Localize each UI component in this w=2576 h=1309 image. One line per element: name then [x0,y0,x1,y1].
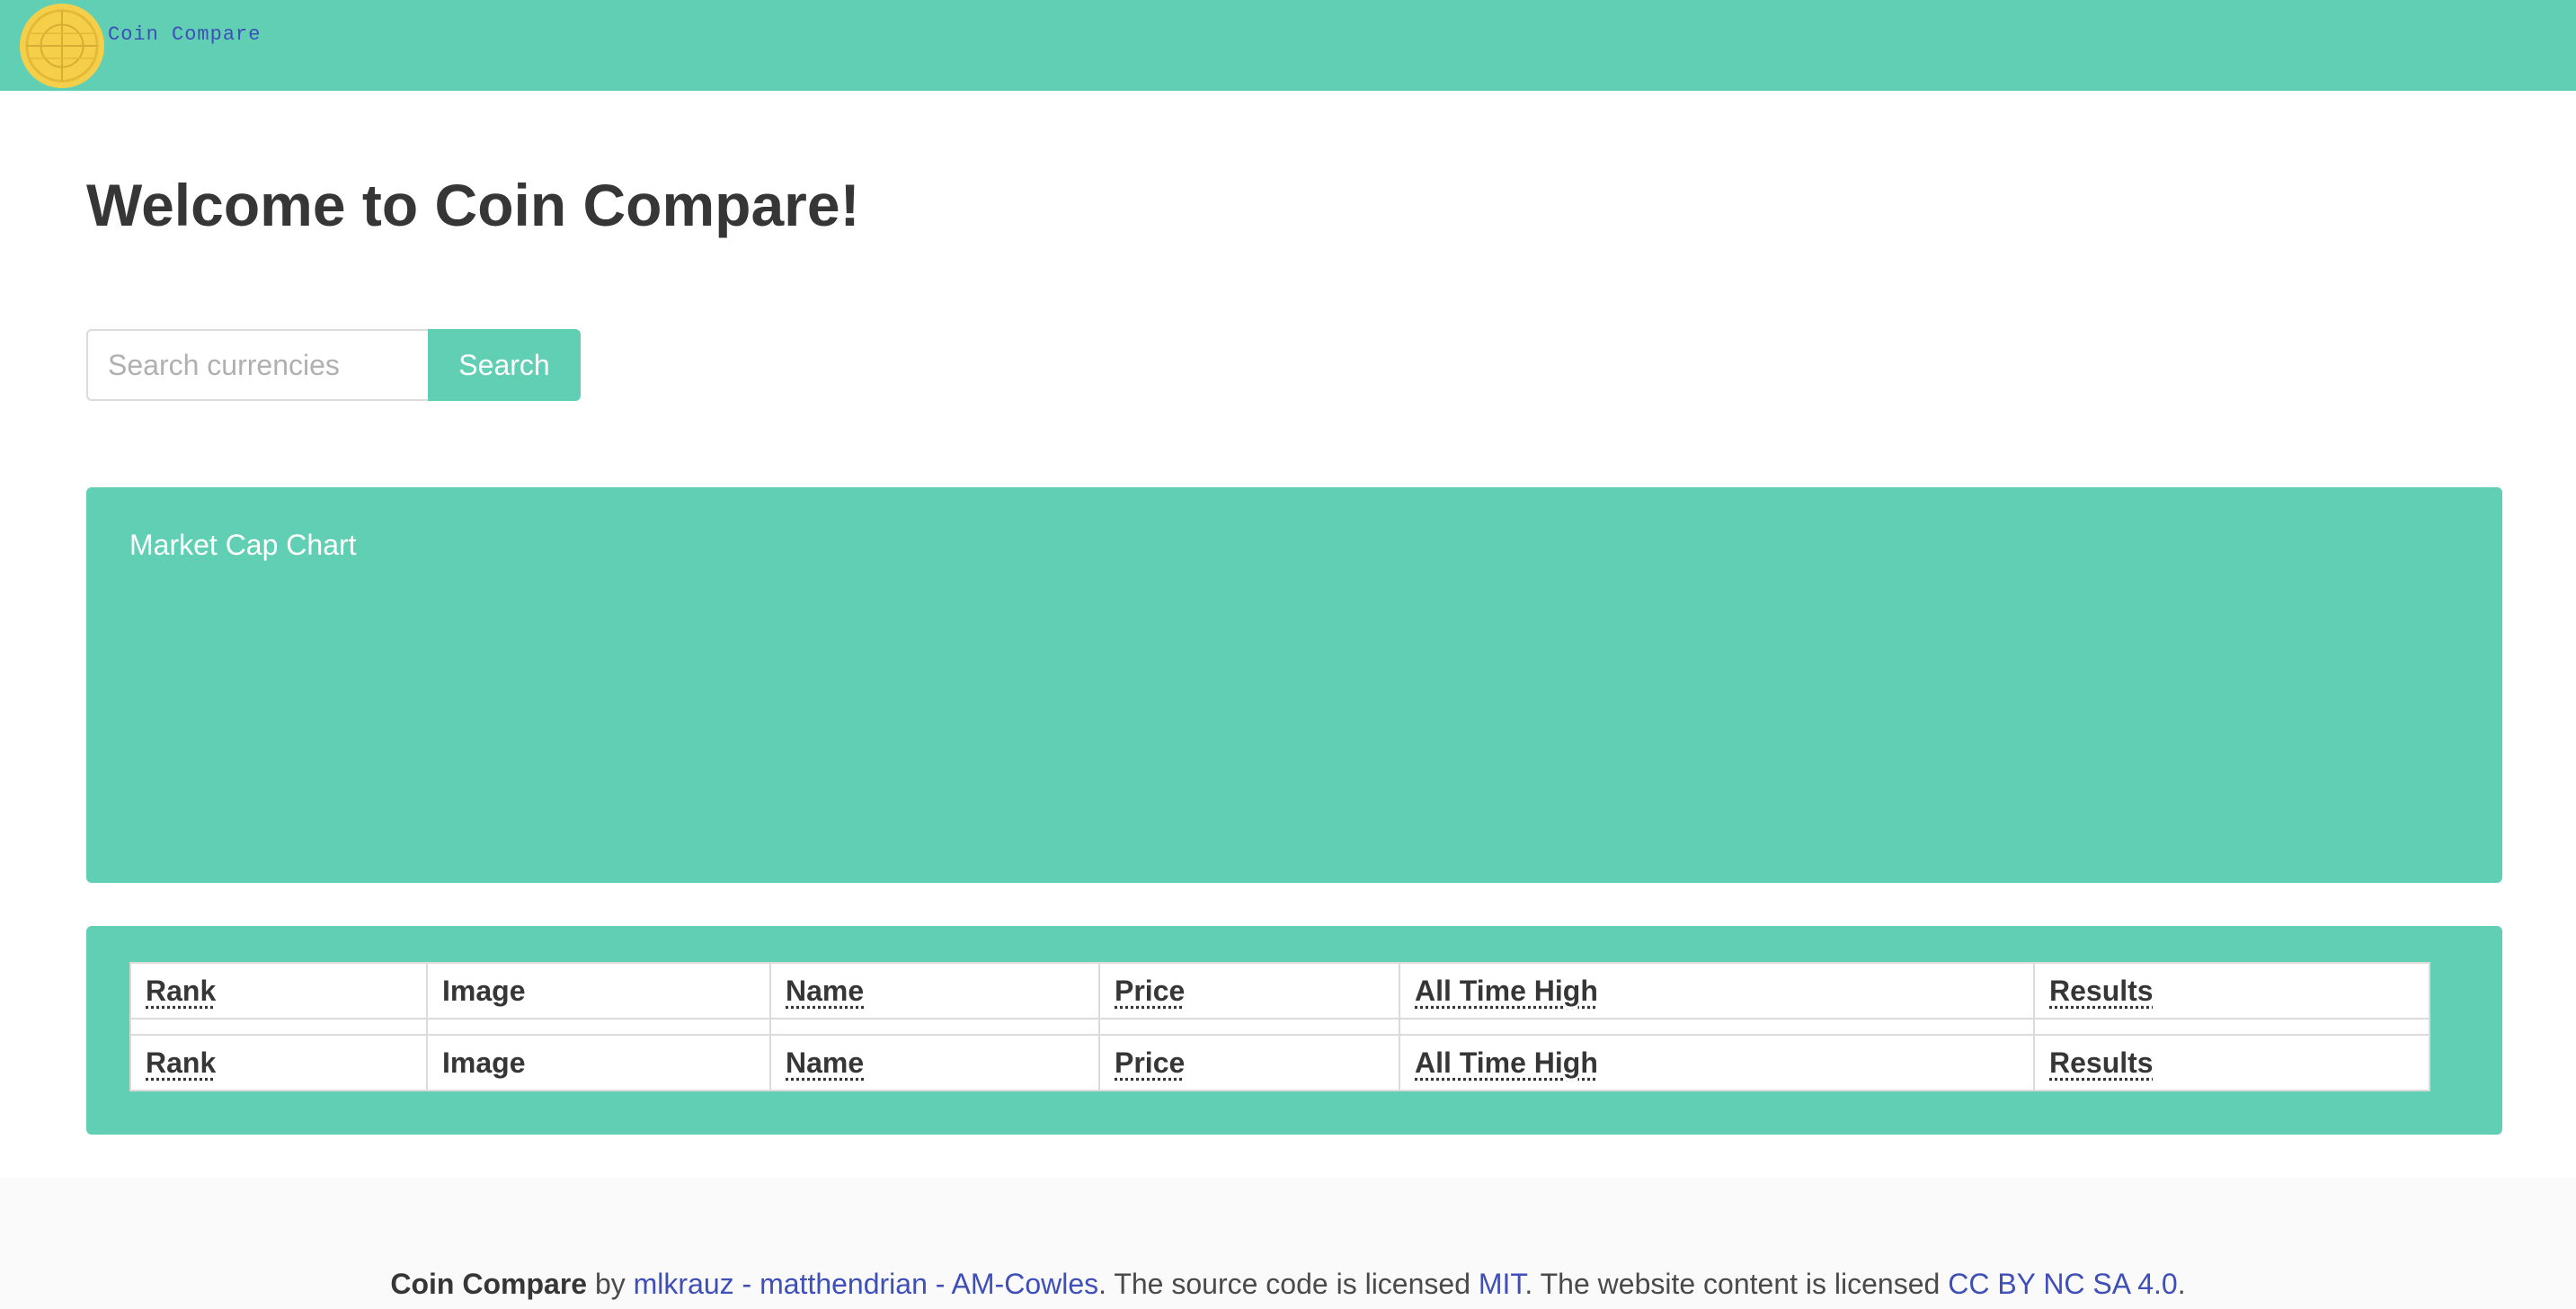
table-footer-row: Rank Image Name Price All Time High Resu… [129,1034,2430,1091]
mit-license-link[interactable]: MIT [1479,1268,1525,1300]
header-price: Price [1098,962,1400,1020]
header-all-time-high: All Time High [1399,962,2035,1020]
navbar: Coin Compare [0,0,2576,91]
footer: Coin Compare by mlkrauz - matthendrian -… [0,1178,2576,1309]
logo-link[interactable] [18,0,106,91]
brand-name[interactable]: Coin Compare [108,23,261,46]
header-rank: Rank [129,962,428,1020]
authors-link[interactable]: mlkrauz - matthendrian - AM-Cowles [634,1268,1098,1300]
footer-results: Results [2033,1034,2430,1091]
footer-end: . [2177,1268,2186,1300]
footer-name: Name [769,1034,1100,1091]
chart-label: Market Cap Chart [129,529,357,561]
coin-icon [19,3,105,88]
header-name: Name [769,962,1100,1020]
footer-rank: Rank [129,1034,428,1091]
market-cap-chart: Market Cap Chart [86,487,2502,883]
search-button[interactable]: Search [428,329,581,401]
footer-brand: Coin Compare [390,1268,588,1300]
footer-content-text: . The website content is licensed [1524,1268,1949,1300]
footer-source-text: . The source code is licensed [1098,1268,1479,1300]
table-header-row: Rank Image Name Price All Time High Resu… [129,962,2430,1020]
cc-license-link[interactable]: CC BY NC SA 4.0 [1948,1268,2178,1300]
footer-image: Image [426,1034,771,1091]
coin-table: Rank Image Name Price All Time High Resu… [129,962,2430,1091]
search-input[interactable] [86,329,428,401]
footer-price: Price [1098,1034,1400,1091]
footer-by: by [587,1268,634,1300]
page-title: Welcome to Coin Compare! [86,172,860,238]
header-image: Image [426,962,771,1020]
results-panel: Rank Image Name Price All Time High Resu… [86,926,2502,1135]
table-body-empty [129,1018,2430,1036]
search-bar: Search [86,329,581,401]
header-results: Results [2033,962,2430,1020]
footer-all-time-high: All Time High [1399,1034,2035,1091]
footer-text: Coin Compare by mlkrauz - matthendrian -… [0,1268,2576,1301]
